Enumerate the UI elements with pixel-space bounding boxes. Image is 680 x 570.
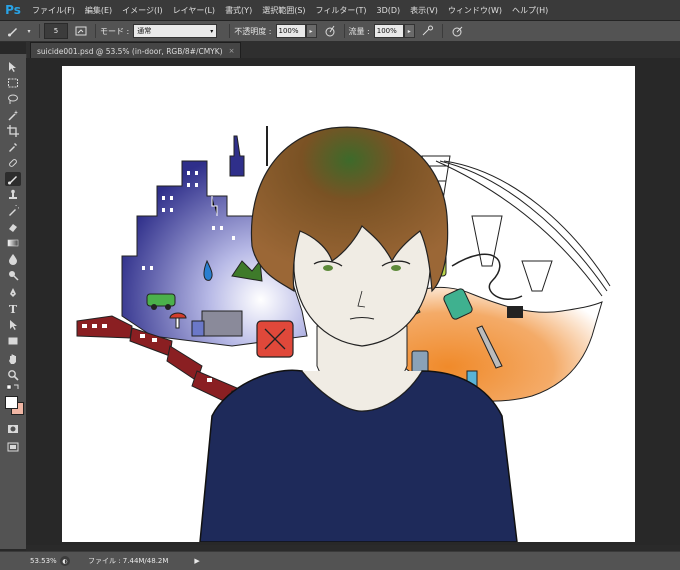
lasso-tool-icon[interactable] [5,92,21,106]
hand-tool-icon[interactable] [5,352,21,366]
zoom-tool-icon[interactable] [5,368,21,382]
rectangle-tool-icon[interactable] [5,334,21,348]
menu-layer[interactable]: レイヤー(L) [168,5,220,16]
flow-label: 流量 : [348,26,370,36]
menu-file[interactable]: ファイル(F) [27,5,80,16]
blur-tool-icon[interactable] [5,252,21,266]
menu-select[interactable]: 選択範囲(S) [257,5,310,16]
brush-tool-icon[interactable] [5,172,21,186]
eyedropper-tool-icon[interactable] [5,140,21,154]
brush-panel-icon[interactable] [74,24,88,38]
flow-value: 100% [376,27,397,35]
chevron-down-icon[interactable]: ▾ [26,24,32,38]
airbrush-icon[interactable] [421,24,435,38]
tools-panel: T [0,54,27,549]
blend-mode-value: 通常 [137,27,152,35]
swap-colors-icon[interactable] [5,384,21,392]
zoom-level[interactable]: 53.53% [30,557,58,565]
separator [95,24,96,38]
separator [343,24,345,38]
menu-edit[interactable]: 編集(E) [80,5,117,16]
pressure-size-icon[interactable] [450,24,464,38]
eraser-tool-icon[interactable] [5,220,21,234]
chevron-down-icon: ▾ [210,27,214,35]
pen-tool-icon[interactable] [5,286,21,300]
artwork [76,126,611,542]
opacity-value: 100% [278,27,299,35]
history-brush-tool-icon[interactable] [5,204,21,218]
document-canvas[interactable] [62,66,635,542]
move-tool-icon[interactable] [5,60,21,74]
menu-window[interactable]: ウィンドウ(W) [443,5,507,16]
menu-type[interactable]: 書式(Y) [220,5,257,16]
crop-tool-icon[interactable] [5,124,21,138]
close-icon[interactable]: × [229,47,235,55]
foreground-color-swatch[interactable] [5,396,18,409]
healing-brush-tool-icon[interactable] [5,156,21,170]
menu-help[interactable]: ヘルプ(H) [507,5,553,16]
flow-dropdown-button[interactable]: ▸ [403,24,415,38]
opacity-dropdown-button[interactable]: ▸ [305,24,317,38]
screen-mode-icon[interactable] [5,440,21,454]
brush-preset-picker[interactable]: 5 [44,23,68,39]
blend-mode-select[interactable]: 通常 ▾ [133,24,218,38]
status-menu-icon[interactable]: ◐ [60,556,70,566]
menu-3d[interactable]: 3D(D) [372,6,406,15]
document-title: suicide001.psd @ 53.5% (in-door, RGB/8#/… [37,46,223,56]
menu-image[interactable]: イメージ(I) [117,5,167,16]
mode-label: モード : [100,26,130,36]
separator [441,24,443,38]
canvas-area [26,58,680,551]
status-arrow-icon[interactable]: ▶ [194,557,199,565]
opacity-input[interactable]: 100% [275,24,306,38]
menu-filter[interactable]: フィルター(T) [311,5,372,16]
document-tab[interactable]: suicide001.psd @ 53.5% (in-door, RGB/8#/… [30,42,242,59]
menu-view[interactable]: 表示(V) [405,5,443,16]
gradient-tool-icon[interactable] [5,236,21,250]
file-info: ファイル : 7.44M/48.2M [88,557,169,565]
flow-input[interactable]: 100% [373,24,404,38]
status-bar: 53.53% ◐ ファイル : 7.44M/48.2M ▶ [0,551,680,570]
marquee-tool-icon[interactable] [5,76,21,90]
brush-tool-icon[interactable] [6,24,20,38]
separator [229,24,231,38]
dodge-tool-icon[interactable] [5,268,21,282]
clone-stamp-tool-icon[interactable] [5,188,21,202]
path-selection-tool-icon[interactable] [5,318,21,332]
pressure-opacity-icon[interactable] [323,24,337,38]
quick-mask-icon[interactable] [5,422,21,436]
opacity-label: 不透明度 : [234,26,272,36]
magic-wand-tool-icon[interactable] [5,108,21,122]
brush-size-value: 5 [53,27,59,35]
type-tool-icon[interactable]: T [5,302,21,316]
photoshop-logo: Ps [5,3,21,17]
document-tab-bar: suicide001.psd @ 53.5% (in-door, RGB/8#/… [26,42,680,59]
options-bar: ▾ 5 モード : 通常 ▾ 不透明度 : 100% ▸ 流量 : 100% ▸ [0,21,680,42]
separator [39,24,40,38]
menu-bar: Ps ファイル(F) 編集(E) イメージ(I) レイヤー(L) 書式(Y) 選… [0,0,680,21]
